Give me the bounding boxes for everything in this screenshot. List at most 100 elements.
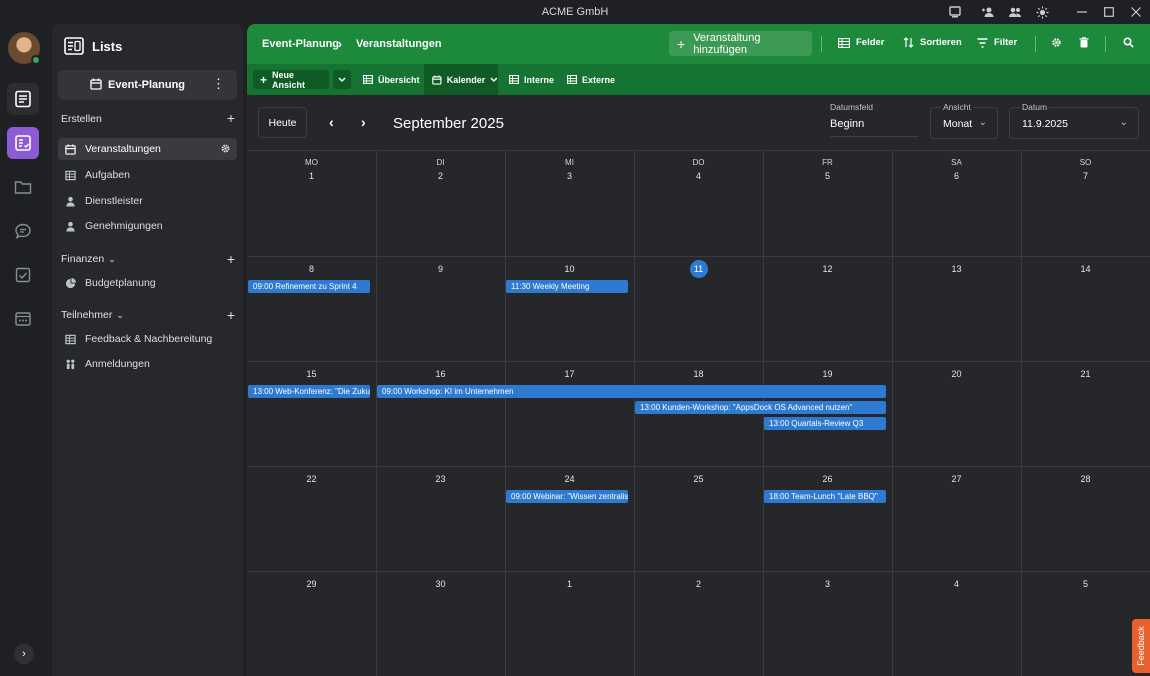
users-icon[interactable]	[1007, 4, 1023, 20]
project-selector[interactable]: Event-Planung ⋮	[58, 70, 237, 100]
day-number[interactable]: 4	[892, 579, 1021, 589]
day-number[interactable]: 3	[763, 579, 892, 589]
brightness-icon[interactable]	[1034, 4, 1050, 20]
day-number[interactable]: 28	[1021, 474, 1150, 484]
expand-sidebar-button[interactable]: ›	[14, 644, 34, 664]
avatar[interactable]	[8, 32, 41, 65]
sort-button[interactable]: Sortieren	[903, 37, 962, 48]
feedback-tab[interactable]: Feedback	[1132, 619, 1150, 673]
day-number[interactable]: 12	[763, 264, 892, 274]
add-user-icon[interactable]	[980, 4, 996, 20]
day-number[interactable]: 5	[1021, 579, 1150, 589]
day-number[interactable]: 26	[763, 474, 892, 484]
filter-button[interactable]: Filter	[977, 37, 1017, 48]
sidebar-item-veranstaltungen[interactable]: Veranstaltungen	[58, 138, 237, 160]
day-number[interactable]: 16	[376, 369, 505, 379]
tab-external[interactable]: Externe	[567, 64, 615, 95]
day-number[interactable]: 3	[505, 171, 634, 181]
day-number[interactable]: 29	[247, 579, 376, 589]
calendar-event[interactable]: 09:00 Webinar: "Wissen zentralisieren"	[506, 490, 628, 503]
date-field-select[interactable]: Datumsfeld Beginn	[830, 102, 918, 137]
section-participants[interactable]: Teilnehmer ⌄	[61, 308, 124, 322]
rail-checklist-icon[interactable]	[7, 127, 39, 159]
grid-column-divider	[505, 151, 506, 676]
day-number[interactable]: 15	[247, 369, 376, 379]
maximize-icon[interactable]	[1101, 4, 1117, 20]
settings-gear-icon[interactable]	[1051, 37, 1062, 48]
tab-calendar[interactable]: Kalender	[424, 64, 498, 95]
day-number[interactable]: 20	[892, 369, 1021, 379]
day-number[interactable]: 27	[892, 474, 1021, 484]
calendar-event[interactable]: 13:00 Quartals-Review Q3	[764, 417, 886, 430]
add-finance-list-button[interactable]: +	[227, 252, 235, 266]
calendar-event[interactable]: 09:00 Workshop: KI im Unternehmen	[377, 385, 886, 398]
sidebar-item-aufgaben[interactable]: Aufgaben	[58, 164, 237, 186]
day-number[interactable]: 2	[376, 171, 505, 181]
section-finance[interactable]: Finanzen ⌄	[61, 252, 116, 266]
sidebar-item-budgetplanung[interactable]: Budgetplanung	[58, 272, 237, 294]
day-number[interactable]: 6	[892, 171, 1021, 181]
sidebar-item-dienstleister[interactable]: Dienstleister	[58, 190, 237, 212]
day-number[interactable]: 25	[634, 474, 763, 484]
view-dropdown-chevron-icon[interactable]	[333, 70, 351, 89]
weekday-header: SO	[1079, 158, 1092, 167]
rail-chat-icon[interactable]	[7, 215, 39, 247]
rail-tasks-icon[interactable]	[7, 259, 39, 291]
day-number[interactable]: 1	[247, 171, 376, 181]
day-number[interactable]: 19	[763, 369, 892, 379]
more-options-icon[interactable]: ⋮	[212, 76, 225, 92]
date-picker[interactable]: Datum 11.9.2025 ⌄	[1009, 102, 1139, 139]
trash-icon[interactable]	[1079, 37, 1089, 48]
day-number[interactable]: 4	[634, 171, 763, 181]
person-icon	[64, 195, 76, 207]
sidebar-item-label: Feedback & Nachbereitung	[85, 333, 213, 345]
new-view-button[interactable]: + Neue Ansicht	[253, 70, 329, 90]
next-month-icon[interactable]: ›	[361, 115, 366, 129]
day-number[interactable]: 2	[634, 579, 763, 589]
people-icon	[64, 358, 76, 370]
calendar-event[interactable]: 13:00 Kunden-Workshop: "AppsDock OS Adva…	[635, 401, 886, 414]
day-number[interactable]: 5	[763, 171, 892, 181]
day-number[interactable]: 18	[634, 369, 763, 379]
calendar-event[interactable]: 13:00 Web-Konferenz: "Die Zukunft	[248, 385, 370, 398]
close-icon[interactable]	[1128, 4, 1144, 20]
day-number[interactable]: 14	[1021, 264, 1150, 274]
calendar-event[interactable]: 09:00 Refinement zu Sprint 4	[248, 280, 370, 293]
day-number[interactable]: 24	[505, 474, 634, 484]
day-number[interactable]: 8	[247, 264, 376, 274]
sidebar-item-genehmigungen[interactable]: Genehmigungen	[58, 215, 237, 237]
calendar-event[interactable]: 18:00 Team-Lunch "Late BBQ"	[764, 490, 886, 503]
tab-overview[interactable]: Übersicht	[363, 64, 420, 95]
sidebar-item-feedback[interactable]: Feedback & Nachbereitung	[58, 328, 237, 350]
calendar-event[interactable]: 11:30 Weekly Meeting	[506, 280, 628, 293]
previous-month-icon[interactable]: ‹	[329, 115, 334, 129]
today-marker[interactable]: 11	[689, 260, 708, 278]
day-number[interactable]: 30	[376, 579, 505, 589]
day-number[interactable]: 7	[1021, 171, 1150, 181]
rail-folder-icon[interactable]	[7, 171, 39, 203]
add-event-button[interactable]: + Veranstaltung hinzufügen	[669, 31, 812, 56]
toolbar-divider	[821, 36, 822, 52]
day-number[interactable]: 23	[376, 474, 505, 484]
minimize-icon[interactable]	[1074, 4, 1090, 20]
rail-board-icon[interactable]	[7, 303, 39, 335]
fields-button[interactable]: Felder	[838, 37, 885, 48]
today-button[interactable]: Heute	[258, 107, 307, 138]
add-participant-list-button[interactable]: +	[227, 308, 235, 322]
rail-lists-icon[interactable]	[7, 83, 39, 115]
breadcrumb-root[interactable]: Event-Planung	[262, 38, 339, 50]
tab-internal[interactable]: Interne	[509, 64, 554, 95]
day-number[interactable]: 13	[892, 264, 1021, 274]
add-list-button[interactable]: +	[227, 111, 235, 125]
day-number[interactable]: 22	[247, 474, 376, 484]
screen-icon[interactable]	[947, 4, 963, 20]
sidebar-item-anmeldungen[interactable]: Anmeldungen	[58, 353, 237, 375]
day-number[interactable]: 21	[1021, 369, 1150, 379]
day-number[interactable]: 10	[505, 264, 634, 274]
day-number[interactable]: 9	[376, 264, 505, 274]
search-icon[interactable]	[1123, 37, 1134, 48]
gear-icon[interactable]	[220, 143, 231, 157]
day-number[interactable]: 17	[505, 369, 634, 379]
day-number[interactable]: 1	[505, 579, 634, 589]
view-mode-select[interactable]: Ansicht Monat ⌄	[930, 102, 998, 139]
